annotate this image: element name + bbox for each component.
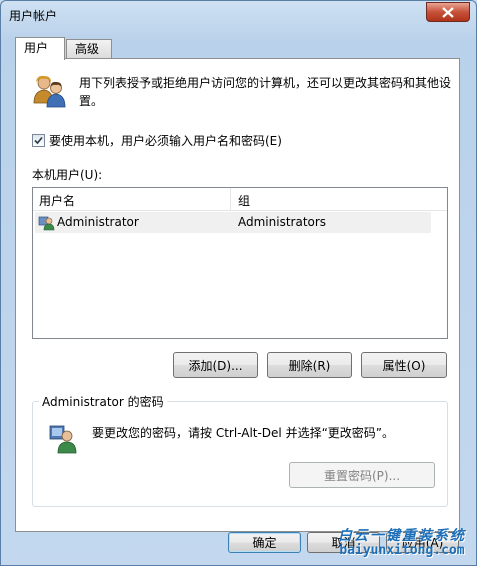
add-user-button[interactable]: 添加(D)... bbox=[173, 352, 258, 378]
watermark-url: baiyunxitong.com bbox=[339, 543, 465, 558]
checkmark-icon bbox=[34, 136, 43, 145]
reset-password-button[interactable]: 重置密码(P)... bbox=[289, 462, 435, 488]
require-login-checkbox[interactable] bbox=[32, 134, 45, 147]
ok-button[interactable]: 确定 bbox=[228, 532, 301, 553]
title-bar[interactable]: 用户帐户 bbox=[1, 1, 476, 29]
close-icon bbox=[442, 6, 454, 18]
users-icon bbox=[33, 75, 66, 108]
password-instructions: 要更改您的密码，请按 Ctrl-Alt-Del 并选择“更改密码”。 bbox=[92, 426, 395, 440]
user-key-icon bbox=[49, 425, 77, 454]
row-group: Administrators bbox=[238, 215, 327, 229]
user-accounts-window: 用户帐户 用户 高级 用下列表授予或拒绝用户访问您的计算机，还可以更改其密码和其… bbox=[0, 0, 477, 566]
row-username: Administrator bbox=[57, 215, 139, 229]
users-tab-panel: 用下列表授予或拒绝用户访问您的计算机，还可以更改其密码和其他设置。 要使用本机，… bbox=[15, 58, 460, 532]
window-title: 用户帐户 bbox=[9, 9, 58, 23]
password-groupbox: Administrator 的密码 要更改您的密码，请按 Ctrl-Alt-De… bbox=[32, 393, 448, 507]
close-button[interactable] bbox=[426, 2, 470, 22]
column-header-username[interactable]: 用户名 bbox=[39, 192, 75, 209]
column-separator[interactable] bbox=[230, 188, 231, 210]
column-header-group[interactable]: 组 bbox=[238, 192, 250, 209]
local-users-label: 本机用户(U): bbox=[32, 168, 103, 182]
require-login-row[interactable]: 要使用本机，用户必须输入用户名和密码(E) bbox=[32, 132, 282, 149]
users-list[interactable]: 用户名 组 Administrator Administrators bbox=[32, 187, 448, 339]
table-row[interactable]: Administrator Administrators bbox=[35, 212, 431, 233]
require-login-label: 要使用本机，用户必须输入用户名和密码(E) bbox=[49, 134, 282, 148]
tab-advanced[interactable]: 高级 bbox=[66, 39, 112, 58]
properties-button[interactable]: 属性(O) bbox=[361, 352, 447, 378]
password-section-title: Administrator 的密码 bbox=[39, 393, 167, 410]
watermark: 白云一键重装系统 baiyunxitong.com bbox=[338, 525, 466, 558]
watermark-name: 白云一键重装系统 bbox=[338, 528, 466, 544]
user-icon bbox=[38, 216, 55, 231]
remove-user-button[interactable]: 删除(R) bbox=[267, 352, 352, 378]
list-header: 用户名 组 bbox=[33, 188, 447, 211]
intro-text: 用下列表授予或拒绝用户访问您的计算机，还可以更改其密码和其他设置。 bbox=[79, 76, 452, 108]
tab-users[interactable]: 用户 bbox=[15, 37, 65, 60]
